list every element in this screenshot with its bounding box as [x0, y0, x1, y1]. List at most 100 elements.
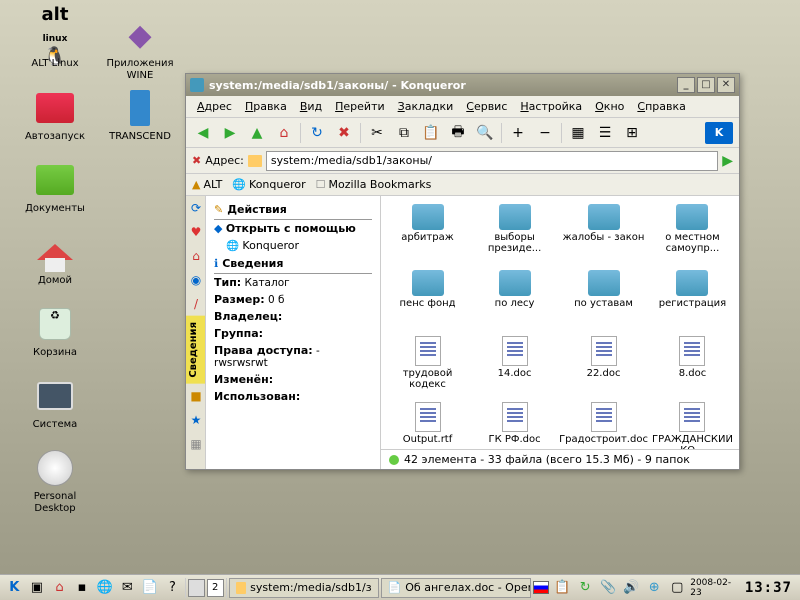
- tray-network-icon[interactable]: ⊕: [644, 578, 664, 598]
- folder-icon: [248, 155, 262, 167]
- taskbar: K ▣ ⌂ ▪ 🌐 ✉ 📄 ? 2 system:/media/sdb1/з📄О…: [0, 574, 800, 600]
- file-item[interactable]: трудовой кодекс: [385, 336, 470, 400]
- bookmark-ALT[interactable]: ▲ALT: [192, 178, 222, 191]
- bookmark-Mozilla Bookmarks[interactable]: ☐Mozilla Bookmarks: [316, 178, 432, 191]
- menu-Сервис[interactable]: Сервис: [461, 98, 512, 115]
- menu-Правка[interactable]: Правка: [240, 98, 292, 115]
- terminal-button[interactable]: ▪: [72, 578, 93, 598]
- file-item[interactable]: арбитраж: [385, 204, 470, 268]
- address-input[interactable]: [266, 151, 718, 171]
- paste-button[interactable]: 📋: [420, 122, 442, 144]
- minimize-button[interactable]: _: [677, 77, 695, 93]
- tray-klipper-icon[interactable]: 📎: [598, 578, 618, 598]
- tab-home-icon[interactable]: ⌂: [186, 244, 206, 268]
- menu-Окно[interactable]: Окно: [590, 98, 629, 115]
- clock[interactable]: 13:37: [741, 580, 796, 596]
- tab-services-icon[interactable]: ■: [186, 384, 206, 408]
- find-button[interactable]: 🔍: [474, 122, 496, 144]
- open-with-konqueror[interactable]: 🌐 Konqueror: [214, 237, 372, 254]
- file-item[interactable]: о местном самоупр...: [650, 204, 735, 268]
- cut-button[interactable]: ✂: [366, 122, 388, 144]
- stop-button[interactable]: ✖: [333, 122, 355, 144]
- tab-info[interactable]: Сведения: [186, 316, 205, 384]
- menu-Закладки[interactable]: Закладки: [393, 98, 459, 115]
- desktop-icon-документы[interactable]: Документы: [15, 160, 95, 215]
- browser-button[interactable]: 🌐: [94, 578, 115, 598]
- home-button[interactable]: ⌂: [273, 122, 295, 144]
- desktop-icon-personal-desktop[interactable]: Personal Desktop: [15, 448, 95, 515]
- office-button[interactable]: 📄: [140, 578, 161, 598]
- menu-Справка[interactable]: Справка: [632, 98, 690, 115]
- close-button[interactable]: ✕: [717, 77, 735, 93]
- pager-1[interactable]: [188, 579, 205, 597]
- menu-Адрес[interactable]: Адрес: [192, 98, 237, 115]
- desktop-icon-корзина[interactable]: ♻Корзина: [15, 304, 95, 359]
- menu-Вид[interactable]: Вид: [295, 98, 327, 115]
- taskbar-task[interactable]: system:/media/sdb1/з: [229, 578, 379, 598]
- show-desktop-button[interactable]: ▣: [27, 578, 48, 598]
- view-list-button[interactable]: ☰: [594, 122, 616, 144]
- desktop-icon-домой[interactable]: Домой: [15, 232, 95, 287]
- desktop-icon-transcend[interactable]: TRANSCEND: [100, 88, 180, 143]
- keyboard-layout[interactable]: [533, 581, 550, 594]
- file-item[interactable]: ГК РФ.doc: [472, 402, 557, 449]
- menu-Настройка[interactable]: Настройка: [515, 98, 587, 115]
- file-item[interactable]: по уставам: [559, 270, 648, 334]
- file-item[interactable]: по лесу: [472, 270, 557, 334]
- desktop-icon-приложения-wine[interactable]: ◆Приложения WINE: [100, 15, 180, 82]
- reload-button[interactable]: ↻: [306, 122, 328, 144]
- maximize-button[interactable]: □: [697, 77, 715, 93]
- pager-2[interactable]: 2: [207, 579, 224, 597]
- file-item[interactable]: жалобы - закон: [559, 204, 648, 268]
- home-button[interactable]: ⌂: [49, 578, 70, 598]
- tab-root-icon[interactable]: /: [186, 292, 206, 316]
- file-item[interactable]: 14.doc: [472, 336, 557, 400]
- tab-network-icon[interactable]: ◉: [186, 268, 206, 292]
- tab-history-icon[interactable]: ⟳: [186, 196, 206, 220]
- tray-updates-icon[interactable]: ↻: [575, 578, 595, 598]
- clear-icon[interactable]: ✖: [192, 154, 201, 167]
- address-label: Адрес:: [205, 154, 244, 167]
- zoom-out-button[interactable]: −: [534, 122, 556, 144]
- date[interactable]: 2008-02-23: [690, 578, 738, 598]
- info-row: Группа:: [214, 325, 372, 342]
- file-item[interactable]: пенс фонд: [385, 270, 470, 334]
- file-item[interactable]: 22.doc: [559, 336, 648, 400]
- file-item[interactable]: выборы президе...: [472, 204, 557, 268]
- info-row: Использован:: [214, 388, 372, 405]
- tab-bookmark-icon[interactable]: ★: [186, 408, 206, 432]
- side-tabs: ⟳ ♥ ⌂ ◉ / Сведения ■ ★ ▦: [186, 196, 206, 469]
- kmenu-button[interactable]: K: [4, 578, 25, 598]
- menu-Перейти[interactable]: Перейти: [330, 98, 390, 115]
- desktop-icon-система[interactable]: Система: [15, 376, 95, 431]
- file-item[interactable]: регистрация: [650, 270, 735, 334]
- tray-sound-icon[interactable]: 🔊: [621, 578, 641, 598]
- mail-button[interactable]: ✉: [117, 578, 138, 598]
- up-button[interactable]: ▲: [246, 122, 268, 144]
- icon-grid[interactable]: арбитражвыборы президе...жалобы - законо…: [381, 196, 739, 449]
- tray-clipboard-icon[interactable]: 📋: [552, 578, 572, 598]
- file-item[interactable]: Output.rtf: [385, 402, 470, 449]
- back-button[interactable]: ◀: [192, 122, 214, 144]
- print-button[interactable]: 🖶: [447, 122, 469, 144]
- help-button[interactable]: ?: [162, 578, 183, 598]
- tab-favorite-icon[interactable]: ♥: [186, 220, 206, 244]
- zoom-in-button[interactable]: +: [507, 122, 529, 144]
- file-item[interactable]: ГРАЖДАНСКИЙ КО...: [650, 402, 735, 449]
- info-panel: ✎Действия ◆ Открыть с помощью 🌐 Konquero…: [206, 196, 381, 469]
- copy-button[interactable]: ⧉: [393, 122, 415, 144]
- forward-button[interactable]: ▶: [219, 122, 241, 144]
- view-tree-button[interactable]: ⊞: [621, 122, 643, 144]
- titlebar[interactable]: system:/media/sdb1/законы/ - Konqueror _…: [186, 74, 739, 96]
- taskbar-task[interactable]: 📄Об ангелах.doc - OpenO: [381, 578, 531, 598]
- bookmark-Konqueror[interactable]: 🌐Konqueror: [232, 178, 305, 191]
- desktop-icon-alt-linux[interactable]: altlinux🐧ALT Linux: [15, 15, 95, 70]
- tray-display-icon[interactable]: ▢: [667, 578, 687, 598]
- desktop-icon-автозапуск[interactable]: Автозапуск: [15, 88, 95, 143]
- file-item[interactable]: 8.doc: [650, 336, 735, 400]
- open-with-row[interactable]: ◆ Открыть с помощью: [214, 220, 372, 237]
- tab-media-icon[interactable]: ▦: [186, 432, 206, 456]
- file-item[interactable]: Градостроит.doc: [559, 402, 648, 449]
- view-icons-button[interactable]: ▦: [567, 122, 589, 144]
- go-button[interactable]: ▶: [722, 153, 733, 169]
